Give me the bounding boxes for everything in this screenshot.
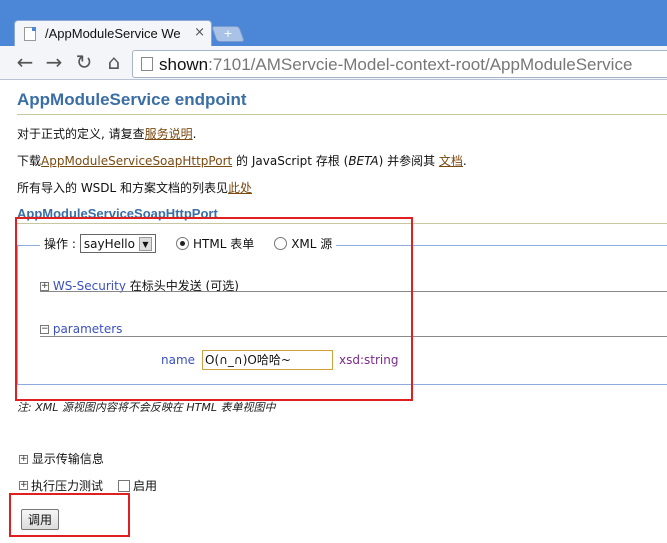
enable-checkbox[interactable] xyxy=(118,479,131,492)
enable-label: 启用 xyxy=(133,479,158,493)
show-transport-row: + 显示传输信息 xyxy=(19,450,104,467)
url-path: :7101/AMServcie-Model-context-root/AppMo… xyxy=(208,55,633,74)
definition-text: 对于正式的定义, 请复查 xyxy=(17,127,145,141)
forward-button[interactable]: → xyxy=(42,51,66,75)
download-text: 下载 xyxy=(17,154,42,168)
xml-note: 注: XML 源视图内容将不会反映在 HTML 表单视图中 xyxy=(17,401,276,414)
title-divider xyxy=(17,114,667,115)
highlight-box-operation xyxy=(15,217,413,401)
page-icon xyxy=(141,57,153,71)
url-text[interactable]: shown:7101/AMServcie-Model-context-root/… xyxy=(159,55,632,75)
address-bar[interactable]: shown:7101/AMServcie-Model-context-root/… xyxy=(132,50,667,78)
expand-icon[interactable]: + xyxy=(19,481,28,490)
wsdl-text: 所有导入的 WSDL 和方案文档的列表见 xyxy=(17,181,229,195)
stress-test-label[interactable]: 执行压力测试 xyxy=(31,477,103,494)
plus-icon: + xyxy=(223,27,233,40)
period: . xyxy=(192,127,197,141)
close-tab-icon[interactable]: × xyxy=(194,25,205,40)
highlight-box-invoke xyxy=(9,493,130,537)
documentation-link[interactable]: 文档 xyxy=(439,154,463,168)
stress-test-row: + 执行压力测试 启用 xyxy=(19,477,157,494)
beta-text: BETA xyxy=(348,154,379,168)
see-text: ) 并参阅其 xyxy=(378,154,439,168)
page-icon xyxy=(24,27,36,41)
service-description-link[interactable]: 服务说明 xyxy=(145,127,193,141)
definition-paragraph: 对于正式的定义, 请复查服务说明. xyxy=(17,125,196,142)
url-host: shown xyxy=(159,55,209,74)
browser-tab[interactable]: /AppModuleService We × xyxy=(14,20,212,46)
show-transport-label[interactable]: 显示传输信息 xyxy=(32,452,104,466)
tab-title: /AppModuleService We xyxy=(45,26,181,41)
page-content: AppModuleService endpoint 对于正式的定义, 请复查服务… xyxy=(0,80,667,543)
port-stub-link[interactable]: AppModuleServiceSoapHttpPort xyxy=(41,154,232,168)
new-tab-button[interactable]: + xyxy=(211,26,245,42)
page-title: AppModuleService endpoint xyxy=(17,90,247,109)
home-button[interactable]: ⌂ xyxy=(102,51,126,75)
expand-icon[interactable]: + xyxy=(19,455,28,464)
download-paragraph: 下载AppModuleServiceSoapHttpPort 的 JavaScr… xyxy=(17,152,467,169)
back-button[interactable]: ← xyxy=(13,51,37,75)
wsdl-paragraph: 所有导入的 WSDL 和方案文档的列表见此处 xyxy=(17,179,252,196)
browser-chrome: /AppModuleService We × + ← → ↻ ⌂ shown:7… xyxy=(0,0,667,80)
browser-toolbar: ← → ↻ ⌂ shown:7101/AMServcie-Model-conte… xyxy=(0,46,667,80)
stub-text: 的 JavaScript 存根 ( xyxy=(232,154,349,168)
period: . xyxy=(462,154,467,168)
reload-button[interactable]: ↻ xyxy=(72,51,96,75)
wsdl-list-link[interactable]: 此处 xyxy=(228,181,252,195)
